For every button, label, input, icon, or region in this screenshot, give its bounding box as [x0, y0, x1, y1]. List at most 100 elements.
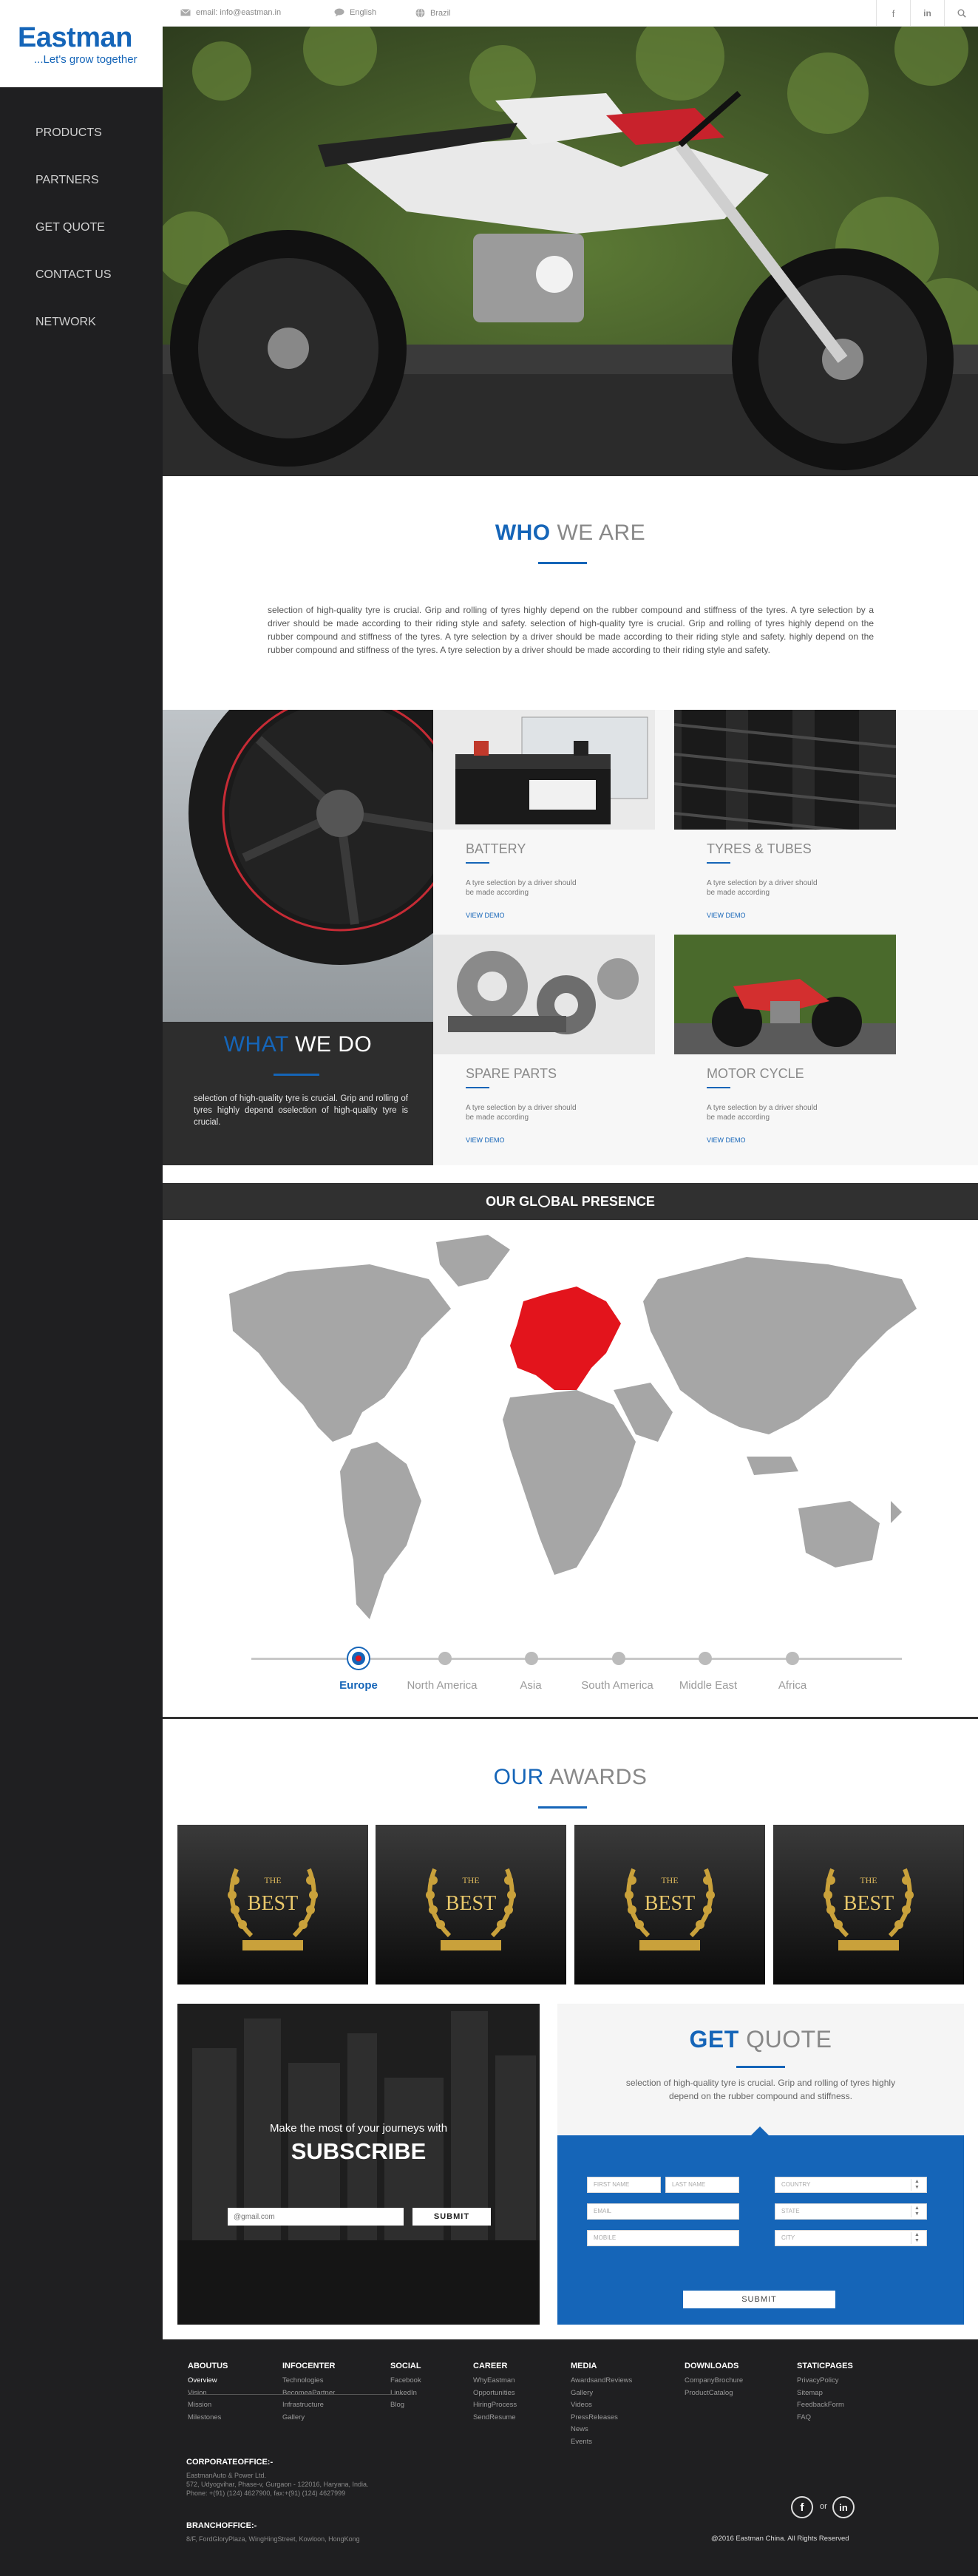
motor-cycle-view-demo-link[interactable]: VIEW DEMO: [707, 1136, 746, 1144]
footer-link[interactable]: AwardsandReviews: [571, 2375, 632, 2387]
subscribe-email-input[interactable]: [228, 2208, 404, 2226]
city-stepper-icon[interactable]: ▲ ▼: [911, 2232, 923, 2244]
footer-link[interactable]: Gallery: [571, 2387, 632, 2400]
nav-get-quote[interactable]: GET QUOTE: [35, 219, 112, 266]
product-spare-parts[interactable]: SPARE PARTS A tyre selection by a driver…: [433, 935, 655, 1156]
country-selector[interactable]: Brazil: [415, 8, 451, 18]
nav-network[interactable]: NETWORK: [35, 313, 112, 361]
spare-parts-view-demo-link[interactable]: VIEW DEMO: [466, 1136, 505, 1144]
footer-link[interactable]: BecomeaPartner: [282, 2387, 336, 2400]
nav-partners[interactable]: PARTNERS: [35, 172, 112, 219]
region-label-europe[interactable]: Europe: [339, 1679, 378, 1692]
footer-link[interactable]: Infrastructure: [282, 2399, 336, 2412]
footer-link[interactable]: Mission: [188, 2399, 228, 2412]
footer-link[interactable]: Opportunities: [473, 2387, 517, 2400]
corporate-line: 572, Udyogvihar, Phase-v, Gurgaon - 1220…: [186, 2481, 369, 2488]
region-dot-north-america[interactable]: [438, 1652, 452, 1665]
topbar-email[interactable]: email: info@eastman.in: [180, 8, 281, 17]
branch-office: BRANCHOFFICE:- 8/F, FordGloryPlaza, Wing…: [186, 2521, 360, 2543]
product-motor-cycle[interactable]: MOTOR CYCLE A tyre selection by a driver…: [674, 935, 896, 1156]
get-quote-panel: GET QUOTE selection of high-quality tyre…: [557, 2004, 964, 2325]
region-label-north-america[interactable]: North America: [407, 1679, 477, 1692]
product-tyres-tubes[interactable]: TYRES & TUBES A tyre selection by a driv…: [674, 710, 896, 932]
footer-link[interactable]: SendResume: [473, 2412, 517, 2424]
subscribe-submit-button[interactable]: SUBMIT: [412, 2208, 491, 2226]
region-label-south-america[interactable]: South America: [581, 1679, 653, 1692]
footer-link[interactable]: PressReleases: [571, 2412, 632, 2424]
corporate-line: EastmanAuto & Power Ltd.: [186, 2472, 267, 2479]
region-dot-asia[interactable]: [525, 1652, 538, 1665]
state-stepper-icon[interactable]: ▲ ▼: [911, 2206, 923, 2217]
quote-submit-button[interactable]: SUBMIT: [683, 2291, 835, 2308]
footer-link[interactable]: FAQ: [797, 2412, 853, 2424]
country-stepper-icon[interactable]: ▲ ▼: [911, 2179, 923, 2191]
footer-link[interactable]: Milestones: [188, 2412, 228, 2424]
region-label-middle-east[interactable]: Middle East: [679, 1679, 737, 1692]
footer-col-staticpages: STATICPAGES PrivacyPolicy Sitemap Feedba…: [797, 2362, 853, 2424]
footer-link[interactable]: Blog: [390, 2399, 421, 2412]
footer-divider: [188, 2394, 402, 2395]
footer-col-career: CAREER WhyEastman Opportunities HiringPr…: [473, 2362, 517, 2424]
quote-title: GET QUOTE: [689, 2026, 832, 2053]
footer-link[interactable]: ProductCatalog: [685, 2387, 743, 2400]
region-dot-south-america[interactable]: [612, 1652, 625, 1665]
footer-link[interactable]: WhyEastman: [473, 2375, 517, 2387]
footer-link[interactable]: Events: [571, 2436, 632, 2449]
footer-link[interactable]: Technologies: [282, 2375, 336, 2387]
first-name-field[interactable]: FIRST NAME: [587, 2177, 661, 2193]
logo[interactable]: Eastman ...Let's grow together: [0, 0, 163, 87]
footer-link[interactable]: Videos: [571, 2399, 632, 2412]
region-label-asia[interactable]: Asia: [520, 1679, 541, 1692]
battery-image: [433, 710, 655, 830]
nav-contact-us[interactable]: CONTACT US: [35, 266, 112, 313]
nav-products[interactable]: PRODUCTS: [35, 124, 112, 172]
subscribe-line: Make the most of your journeys with: [269, 2122, 448, 2135]
whatdo-text: selection of high-quality tyre is crucia…: [194, 1094, 408, 1127]
what-we-do-panel: WHAT WE DO selection of high-quality tyr…: [163, 710, 433, 1165]
corporate-line: Phone: +(91) (124) 4627900, fax:+(91) (1…: [186, 2489, 346, 2497]
tyres-view-demo-link[interactable]: VIEW DEMO: [707, 912, 746, 919]
linkedin-icon[interactable]: in: [910, 0, 944, 27]
region-dot-africa[interactable]: [786, 1652, 799, 1665]
tyres-image: [674, 710, 896, 830]
footer-link[interactable]: CompanyBrochure: [685, 2375, 743, 2387]
footer-link[interactable]: PrivacyPolicy: [797, 2375, 853, 2387]
footer-link[interactable]: Overview: [188, 2375, 228, 2387]
award-card: THE BEST: [376, 1825, 566, 1984]
awards-underline: [538, 1806, 587, 1809]
footer-linkedin-icon[interactable]: in: [832, 2496, 855, 2518]
footer-link[interactable]: Vision: [188, 2387, 228, 2400]
city-select[interactable]: CITY: [775, 2230, 927, 2246]
footer-link[interactable]: Facebook: [390, 2375, 421, 2387]
region-label-africa[interactable]: Africa: [778, 1679, 806, 1692]
who-underline: [538, 562, 587, 564]
search-icon[interactable]: [944, 0, 978, 27]
mobile-field[interactable]: MOBILE: [587, 2230, 739, 2246]
footer-link[interactable]: LinkedIn: [390, 2387, 421, 2400]
language-selector[interactable]: English: [334, 8, 376, 17]
motor-cycle-image: [674, 935, 896, 1054]
svg-text:BEST: BEST: [645, 1892, 695, 1915]
footer-link[interactable]: News: [571, 2424, 632, 2436]
email-field[interactable]: EMAIL: [587, 2203, 739, 2220]
footer-link[interactable]: FeedbackForm: [797, 2399, 853, 2412]
who-title: WHO WE ARE: [495, 521, 646, 545]
branch-heading: BRANCHOFFICE:-: [186, 2521, 257, 2530]
country-select[interactable]: COUNTRY: [775, 2177, 927, 2193]
footer-link[interactable]: Gallery: [282, 2412, 336, 2424]
region-dot-middle-east[interactable]: [699, 1652, 712, 1665]
what-we-do-section: WHAT WE DO selection of high-quality tyr…: [163, 710, 978, 1165]
state-select[interactable]: STATE: [775, 2203, 927, 2220]
last-name-field[interactable]: LAST NAME: [665, 2177, 739, 2193]
footer-facebook-icon[interactable]: f: [791, 2496, 813, 2518]
brand-tagline: ...Let's grow together: [34, 53, 137, 66]
region-dot-europe[interactable]: [348, 1648, 369, 1669]
svg-text:THE: THE: [860, 1875, 877, 1885]
battery-view-demo-link[interactable]: VIEW DEMO: [466, 912, 505, 919]
footer-or-text: or: [820, 2502, 827, 2511]
facebook-icon[interactable]: f: [876, 0, 910, 27]
product-battery[interactable]: BATTERY A tyre selection by a driver sho…: [433, 710, 655, 932]
hero-image: [163, 27, 978, 476]
footer-link[interactable]: HiringProcess: [473, 2399, 517, 2412]
footer-link[interactable]: Sitemap: [797, 2387, 853, 2400]
